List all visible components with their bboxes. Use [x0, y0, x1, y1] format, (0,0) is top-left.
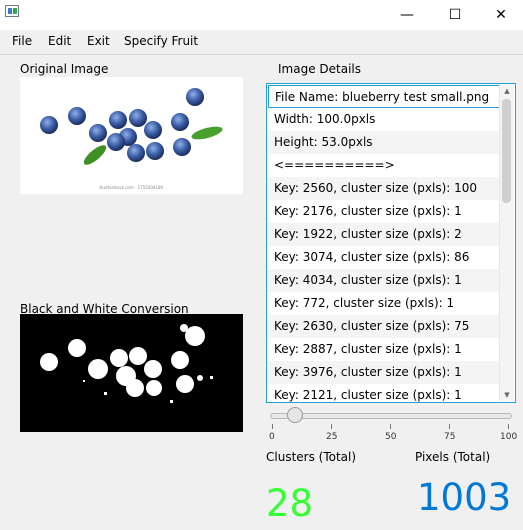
tick-mark [449, 424, 450, 429]
blueberry-photo: shutterstock.com · 1755404180 [40, 88, 223, 190]
image-details-list[interactable]: File Name: blueberry test small.png Widt… [266, 83, 516, 403]
list-item[interactable]: <==========> [268, 154, 502, 177]
list-item[interactable]: File Name: blueberry test small.png [268, 85, 502, 108]
tick-label: 75 [444, 432, 456, 442]
menu-edit[interactable]: Edit [48, 34, 71, 48]
list-item[interactable]: Key: 3074, cluster size (pxls): 86 [268, 246, 502, 269]
tick-mark [272, 424, 273, 429]
list-item[interactable]: Key: 2887, cluster size (pxls): 1 [268, 338, 502, 361]
threshold-slider-track[interactable] [270, 413, 512, 419]
minimize-button[interactable]: — [384, 0, 430, 30]
list-item[interactable]: Key: 1922, cluster size (pxls): 2 [268, 223, 502, 246]
menu-specify-fruit[interactable]: Specify Fruit [124, 34, 198, 48]
list-item[interactable]: Key: 2560, cluster size (pxls): 100 [268, 177, 502, 200]
list-item[interactable]: Key: 4034, cluster size (pxls): 1 [268, 269, 502, 292]
app-icon [5, 5, 19, 17]
clusters-total-label: Clusters (Total) [266, 450, 357, 464]
maximize-button[interactable]: ☐ [432, 0, 478, 30]
tick-mark [390, 424, 391, 429]
menu-bar: File Edit Exit Specify Fruit [0, 30, 523, 55]
tick-label: 50 [385, 432, 397, 442]
list-item[interactable]: Width: 100.0pxls [268, 108, 502, 131]
title-bar: — ☐ ✕ [0, 0, 523, 30]
original-image: shutterstock.com · 1755404180 [20, 77, 243, 194]
menu-exit[interactable]: Exit [87, 34, 110, 48]
list-item[interactable]: Key: 2176, cluster size (pxls): 1 [268, 200, 502, 223]
threshold-slider-thumb[interactable] [287, 407, 303, 423]
menu-file[interactable]: File [12, 34, 32, 48]
tick-label: 0 [269, 432, 275, 442]
scroll-up-icon[interactable]: ▲ [500, 85, 514, 97]
pixels-total-value: 1003 [417, 476, 512, 519]
list-item[interactable]: Key: 3976, cluster size (pxls): 1 [268, 361, 502, 384]
image-details-label: Image Details [278, 62, 361, 76]
list-item[interactable]: Height: 53.0pxls [268, 131, 502, 154]
pixels-total-label: Pixels (Total) [415, 450, 491, 464]
list-item[interactable]: Key: 2121, cluster size (pxls): 1 [268, 384, 502, 402]
list-item[interactable]: Key: 772, cluster size (pxls): 1 [268, 292, 502, 315]
tick-mark [331, 424, 332, 429]
tick-label: 100 [500, 432, 518, 442]
watermark-text: shutterstock.com · 1755404180 [99, 185, 164, 190]
original-image-label: Original Image [20, 62, 109, 76]
scroll-thumb[interactable] [502, 99, 511, 203]
close-button[interactable]: ✕ [478, 0, 523, 30]
clusters-total-value: 28 [266, 482, 314, 525]
list-item[interactable]: Key: 2630, cluster size (pxls): 75 [268, 315, 502, 338]
scroll-down-icon[interactable]: ▼ [500, 389, 514, 401]
vertical-scrollbar[interactable]: ▲ ▼ [499, 85, 514, 401]
bw-conversion-image [40, 324, 213, 403]
tick-mark [508, 424, 509, 429]
tick-label: 25 [326, 432, 338, 442]
bw-image [20, 314, 243, 432]
